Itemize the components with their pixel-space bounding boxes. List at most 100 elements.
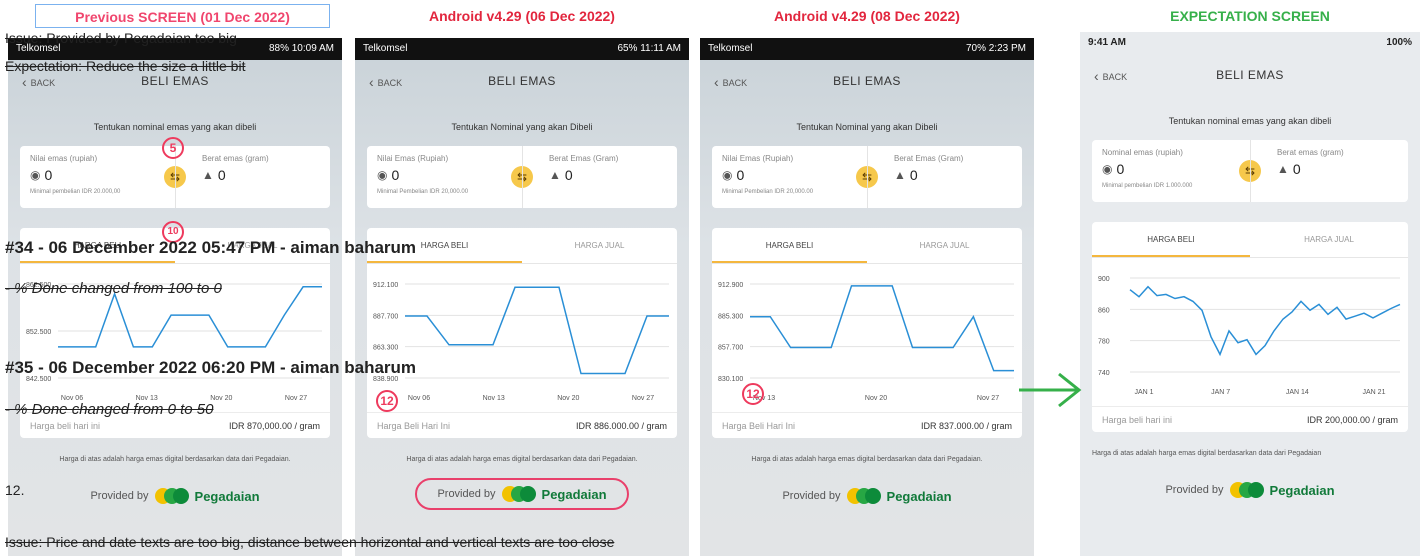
gold-bars-icon: ▲ <box>202 168 214 182</box>
prompt-text: Tentukan Nominal yang akan Dibeli <box>451 122 593 132</box>
x-tick-label: Nov 20 <box>557 395 579 402</box>
status-left: Telkomsel <box>363 43 408 54</box>
disclaimer-text: Harga di atas adalah harga emas digital … <box>1092 450 1322 457</box>
title-android-08dec: Android v4.29 (08 Dec 2022) <box>774 8 960 24</box>
price-chart: 912.100887.700863.300838.900Nov 06 Nov 13… <box>373 282 669 402</box>
status-bar: Telkomsel 70% 2:23 PM <box>700 38 1034 60</box>
title-previous-screen: Previous SCREEN (01 Dec 2022) <box>35 4 330 28</box>
page-title: BELI EMAS <box>1216 68 1284 82</box>
y-tick-label: 887.700 <box>373 313 398 320</box>
today-price-value: IDR 886.000.00 / gram <box>575 420 667 431</box>
rupiah-value: 0 <box>44 167 53 183</box>
y-tick-label: 912.900 <box>718 282 743 289</box>
disclaimer-text: Harga di atas adalah harga emas digital … <box>751 456 983 463</box>
gram-field[interactable]: Berat emas (gram) ▲ 0 <box>1250 140 1408 202</box>
gram-field[interactable]: Berat Emas (Gram) ▲ 0 <box>867 146 1022 208</box>
item-number: 12. <box>5 482 25 498</box>
rupiah-label: Nominal emas (rupiah) <box>1102 148 1183 157</box>
price-series-line <box>1129 285 1401 357</box>
today-price-value: IDR 870,000.00 / gram <box>228 420 320 431</box>
prompt-text: Tentukan nominal emas yang akan dibeli <box>1168 116 1332 126</box>
rupiah-field[interactable]: Nilai emas (rupiah) ◉ 0 Minimal pembelian… <box>20 146 175 208</box>
today-price-row: Harga Beli Hari Ini IDR 886.000.00 / gra… <box>367 412 677 438</box>
price-chart-card: HARGA BELI HARGA JUAL 912.900 885.300 857.… <box>712 228 1022 438</box>
rupiah-field[interactable]: Nilai Emas (Rupiah) ◉ 0 Minimal Pembelian… <box>367 146 522 208</box>
gold-bars-icon: ▲ <box>549 168 561 182</box>
status-right: 70% 2:23 PM <box>965 43 1026 54</box>
price-series-line <box>750 285 1014 372</box>
done-change-35: - % Done changed from 0 to 50 <box>5 401 214 418</box>
disclaimer-text: Harga di atas adalah harga emas digital … <box>406 456 638 463</box>
rupiah-field[interactable]: Nominal emas (rupiah) ◉ 0 Minimal pembeli… <box>1092 140 1250 202</box>
gram-field[interactable]: Berat Emas (Gram) ▲ 0 <box>522 146 677 208</box>
gold-bars-icon: ▲ <box>894 168 906 182</box>
x-tick-label: Nov 27 <box>977 395 999 402</box>
tab-harga-beli[interactable]: HARGA BELI <box>712 228 867 263</box>
title-expectation-screen: EXPECTATION SCREEN <box>1170 8 1330 24</box>
x-tick-label: JAN 1 <box>1134 389 1153 396</box>
today-price-label: Harga Beli Hari Ini <box>722 420 796 431</box>
y-tick-label: 860 <box>1098 307 1110 314</box>
status-right: 100% <box>1386 37 1412 48</box>
price-chart-card: HARGA BELI HARGA JUAL 912.100 887.700 863.… <box>367 228 677 438</box>
x-tick-label: Nov 27 <box>285 395 307 402</box>
gram-label: Berat emas (gram) <box>1277 148 1344 157</box>
amount-input-card: Nominal emas (rupiah) ◉ 0 Minimal pembeli… <box>1092 140 1408 202</box>
x-tick-label: Nov 06 <box>408 395 430 402</box>
pegadaian-logo-icon <box>501 486 536 502</box>
today-price-row: Harga beli hari ini IDR 200,000.00 / gra… <box>1092 406 1408 432</box>
provided-by-pegadaian: Provided by Pegadaian <box>1080 482 1420 498</box>
prompt-text: Tentukan Nominal yang akan Dibeli <box>796 122 938 132</box>
pegadaian-brand: Pegadaian <box>1269 482 1335 498</box>
pegadaian-brand: Pegadaian <box>886 488 952 504</box>
minimal-purchase-text: Minimal pembelian IDR 1.000.000 <box>1102 183 1193 189</box>
y-tick-label: 780 <box>1098 339 1110 346</box>
disclaimer-text: Harga di atas adalah harga emas digital … <box>59 456 291 463</box>
gold-bars-icon: ▲ <box>1277 162 1289 176</box>
title-android-06dec: Android v4.29 (06 Dec 2022) <box>429 8 615 24</box>
gram-value: 0 <box>564 167 573 183</box>
status-bar: Telkomsel 65% 11:11 AM <box>355 38 689 60</box>
phone-expectation: 9:41 AM 100% ‹ BACK BELI EMAS Tentukan no… <box>1080 32 1420 556</box>
gram-value: 0 <box>217 167 226 183</box>
tab-harga-beli[interactable]: HARGA BELI <box>1092 222 1250 257</box>
journal-entry-34: #34 - 06 December 2022 05:47 PM - aiman … <box>5 238 417 257</box>
y-tick-label: 863.300 <box>373 345 398 352</box>
provided-by-pegadaian: Provided by Pegadaian <box>8 488 342 504</box>
nav-bar: ‹ BACK BELI EMAS <box>700 60 1034 100</box>
gram-field[interactable]: Berat emas (gram) ▲ 0 <box>175 146 330 208</box>
marker-12-android-06dec: 12 <box>376 390 398 412</box>
pegadaian-logo-icon <box>154 488 189 504</box>
y-tick-label: 900 <box>1098 276 1110 283</box>
nav-bar: ‹ BACK BELI EMAS <box>1080 54 1420 94</box>
y-tick-label: 852.500 <box>26 329 51 336</box>
journal-entry-35: #35 - 06 December 2022 06:20 PM - aiman … <box>5 358 417 377</box>
tab-harga-jual[interactable]: HARGA JUAL <box>522 228 677 263</box>
status-left: Telkomsel <box>708 43 753 54</box>
tab-harga-jual[interactable]: HARGA JUAL <box>1250 222 1408 257</box>
y-tick-label: 740 <box>1098 370 1110 377</box>
price-chart-card: HARGA BELI HARGA JUAL 900 860 780 740 JAN 1 J… <box>1092 222 1408 432</box>
provided-by-pegadaian: Provided by Pegadaian <box>415 478 629 510</box>
x-tick-label: Nov 27 <box>632 395 654 402</box>
today-price-label: Harga beli hari ini <box>1102 414 1173 425</box>
money-bag-icon: ◉ <box>722 168 733 182</box>
phone-android-08dec: Telkomsel 70% 2:23 PM ‹ BACK BELI EMAS Te… <box>700 38 1034 556</box>
marker-12-android-08dec: 12 <box>742 383 764 405</box>
amount-input-card: Nilai Emas (Rupiah) ◉ 0 Minimal Pembelian… <box>712 146 1022 208</box>
today-price-value: IDR 837.000.00 / gram <box>920 420 1012 431</box>
provided-by-label: Provided by <box>1165 484 1224 496</box>
pegadaian-logo-icon <box>1229 482 1264 498</box>
phone-android-06dec: Telkomsel 65% 11:11 AM ‹ BACK BELI EMAS T… <box>355 38 689 556</box>
expectation-text: Expectation: Reduce the size a little bi… <box>5 58 246 74</box>
today-price-label: Harga beli hari ini <box>30 420 101 431</box>
tab-harga-jual[interactable]: HARGA JUAL <box>867 228 1022 263</box>
price-tabs: HARGA BELI HARGA JUAL <box>712 228 1022 264</box>
price-series-line <box>405 286 669 375</box>
arrow-right-icon <box>1019 372 1082 408</box>
rupiah-value: 0 <box>736 167 745 183</box>
minimal-purchase-text: Minimal Pembelian IDR 20,000.00 <box>722 189 814 195</box>
x-tick-label: JAN 14 <box>1286 389 1309 396</box>
status-bar: 9:41 AM 100% <box>1080 32 1420 54</box>
rupiah-field[interactable]: Nilai Emas (Rupiah) ◉ 0 Minimal Pembelian… <box>712 146 867 208</box>
